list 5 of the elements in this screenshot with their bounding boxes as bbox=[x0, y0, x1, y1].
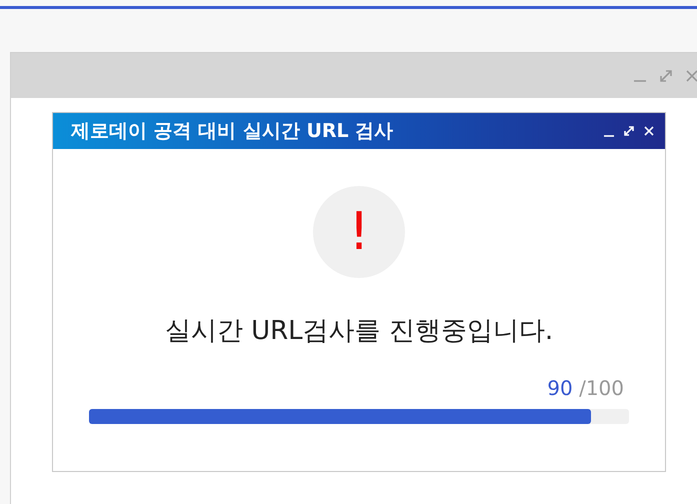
dialog-title: 제로데이 공격 대비 실시간 URL 검사 bbox=[71, 118, 394, 144]
alert-icon: ! bbox=[313, 186, 405, 278]
progress-total: /100 bbox=[579, 376, 624, 400]
progress-count: 90 bbox=[547, 376, 573, 400]
status-message: 실시간 URL검사를 진행중입니다. bbox=[164, 315, 554, 348]
